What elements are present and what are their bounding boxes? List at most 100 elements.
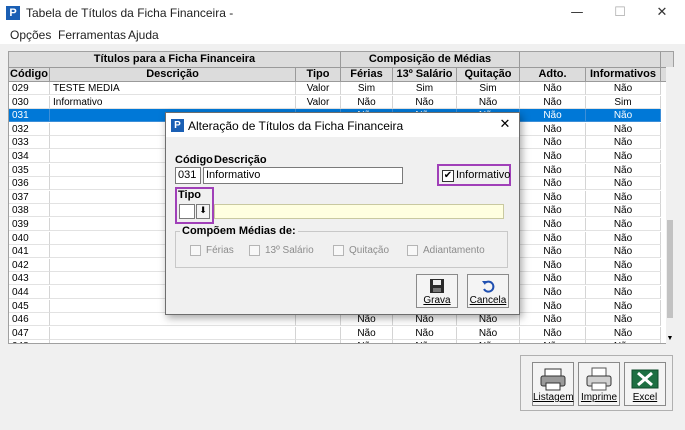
cell-descricao: TESTE MEDIA: [50, 82, 296, 95]
cell-13-salario: Não: [393, 326, 457, 340]
excel-button[interactable]: Excel: [624, 362, 666, 406]
cell-codigo: 038: [9, 204, 50, 218]
cell-adto: Não: [520, 313, 586, 327]
table-row[interactable]: 029 TESTE MEDIA Valor Sim Sim Sim Não Não: [9, 82, 661, 95]
cell-codigo: 043: [9, 272, 50, 286]
cancela-label: Cancela: [469, 295, 507, 306]
cell-informativos: Não: [586, 136, 661, 150]
quitacao-label: Quitação: [349, 245, 390, 256]
menu-ajuda[interactable]: Ajuda: [128, 28, 159, 42]
grava-button[interactable]: Grava: [416, 274, 458, 308]
col-header-adto[interactable]: Adto.: [520, 68, 586, 82]
adiantamento-checkbox[interactable]: [407, 245, 418, 256]
cell-informativos: Não: [586, 109, 661, 123]
cell-adto: Não: [520, 190, 586, 204]
tipo-dropdown-button[interactable]: ⬇: [196, 204, 210, 219]
cell-codigo: 033: [9, 136, 50, 150]
cell-adto: Não: [520, 258, 586, 272]
menu-opcoes[interactable]: Opções: [10, 28, 51, 42]
13-salario-label: 13º Salário: [265, 245, 314, 256]
descricao-label: Descrição: [214, 154, 267, 166]
close-button[interactable]: ✕: [648, 4, 676, 22]
cell-tipo: [296, 326, 341, 340]
cell-informativos: Não: [586, 122, 661, 136]
listagem-button[interactable]: Listagem: [532, 362, 574, 406]
cell-adto: Não: [520, 82, 586, 95]
cell-informativos: Não: [586, 82, 661, 95]
ferias-label: Férias: [206, 245, 234, 256]
cell-codigo: 032: [9, 122, 50, 136]
imprime-button[interactable]: Imprime: [578, 362, 620, 406]
codigo-label: Código: [175, 154, 213, 166]
cell-13-salario: Sim: [393, 82, 457, 95]
maximize-button[interactable]: ☐: [606, 4, 634, 22]
cell-ferias: Não: [341, 326, 393, 340]
cell-adto: Não: [520, 177, 586, 191]
col-header-informativos[interactable]: Informativos: [586, 68, 661, 82]
menu-ferramentas[interactable]: Ferramentas: [58, 28, 126, 42]
dialog-title: Alteração de Títulos da Ficha Financeira: [188, 119, 404, 133]
cell-informativos: Sim: [586, 95, 661, 109]
cell-13-salario: Não: [393, 340, 457, 343]
grid-scroll-thumb[interactable]: [667, 220, 673, 318]
undo-icon: [482, 280, 495, 293]
cell-codigo: 031: [9, 109, 50, 123]
cell-informativos: Não: [586, 245, 661, 259]
cell-tipo: [296, 313, 341, 327]
col-header-13-salario[interactable]: 13º Salário: [393, 68, 457, 82]
dialog-close-button[interactable]: ✕: [496, 116, 514, 134]
cell-quitacao: Não: [457, 313, 520, 327]
cell-ferias: Não: [341, 95, 393, 109]
quitacao-checkbox[interactable]: [333, 245, 344, 256]
cell-informativos: Não: [586, 286, 661, 299]
cell-ferias: Não: [341, 340, 393, 343]
cell-informativos: Não: [586, 190, 661, 204]
scroll-down-icon[interactable]: ▼: [666, 334, 674, 344]
informativo-checkbox[interactable]: ✔: [442, 170, 454, 182]
descricao-field[interactable]: Informativo: [203, 167, 403, 184]
cell-codigo: 030: [9, 95, 50, 109]
cell-codigo: 029: [9, 82, 50, 95]
minimize-button[interactable]: —: [563, 4, 591, 22]
cell-codigo: 035: [9, 163, 50, 177]
cell-codigo: 045: [9, 299, 50, 313]
cell-informativos: Não: [586, 204, 661, 218]
ferias-checkbox[interactable]: [190, 245, 201, 256]
cell-adto: Não: [520, 136, 586, 150]
printer-icon: [586, 367, 612, 391]
cell-tipo: [296, 340, 341, 343]
grava-label: Grava: [423, 295, 451, 306]
cell-quitacao: Não: [457, 340, 520, 343]
cell-adto: Não: [520, 218, 586, 231]
tipo-description-field: [214, 204, 504, 219]
cell-informativos: Não: [586, 231, 661, 245]
table-row[interactable]: 048NãoNãoNãoNãoNão: [9, 340, 661, 343]
col-header-tipo[interactable]: Tipo: [296, 68, 341, 82]
codigo-field[interactable]: 031: [175, 167, 201, 184]
cell-adto: Não: [520, 272, 586, 286]
cancela-button[interactable]: Cancela: [467, 274, 509, 308]
cell-adto: Não: [520, 245, 586, 259]
col-header-descricao[interactable]: Descrição: [50, 68, 296, 82]
cell-codigo: 040: [9, 231, 50, 245]
table-row[interactable]: 046 Não Não Não Não Não: [9, 313, 661, 327]
col-header-codigo[interactable]: Código: [9, 68, 50, 82]
cell-descricao: [50, 326, 296, 340]
cell-codigo: 046: [9, 313, 50, 327]
table-row[interactable]: 030 Informativo Valor Não Não Não Não Sim: [9, 95, 661, 109]
cell-codigo: 048: [9, 340, 50, 343]
cell-informativos: Não: [586, 272, 661, 286]
col-header-quitacao[interactable]: Quitação: [457, 68, 520, 82]
cell-adto: Não: [520, 326, 586, 340]
cell-adto: Não: [520, 340, 586, 343]
informativo-label: Informativo: [456, 169, 511, 181]
medias-label: Compõem Médias de:: [180, 225, 298, 237]
listagem-label: Listagem: [533, 392, 574, 403]
col-header-ferias[interactable]: Férias: [341, 68, 393, 82]
13-salario-checkbox[interactable]: [249, 245, 260, 256]
app-icon: P: [6, 6, 20, 20]
table-row[interactable]: 047 Não Não Não Não Não: [9, 326, 661, 340]
cell-adto: Não: [520, 204, 586, 218]
tipo-field[interactable]: [179, 204, 195, 219]
cell-ferias: Não: [341, 313, 393, 327]
